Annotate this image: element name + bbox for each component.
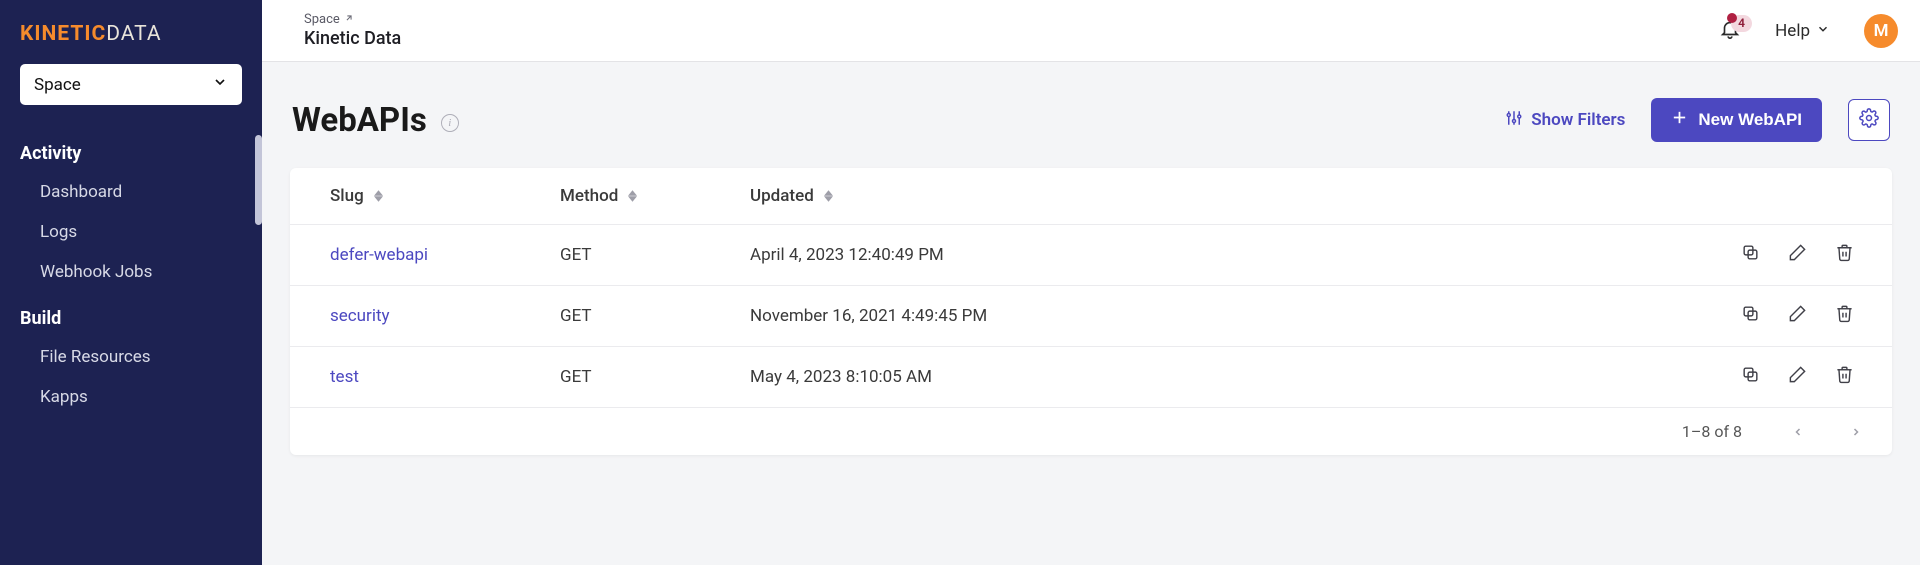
help-label: Help <box>1775 21 1810 41</box>
webapi-updated: November 16, 2021 4:49:45 PM <box>730 286 1692 347</box>
column-label-method: Method <box>560 186 618 206</box>
webapis-table-card: Slug Method <box>290 168 1892 455</box>
column-header-updated[interactable]: Updated <box>750 186 833 206</box>
table-row: defer-webapi GETApril 4, 2023 12:40:49 PM <box>290 225 1892 286</box>
prev-page-button[interactable] <box>1792 424 1804 440</box>
gear-icon <box>1859 108 1879 132</box>
breadcrumb: Space Kinetic Data <box>304 12 401 49</box>
trash-icon[interactable] <box>1835 365 1854 389</box>
copy-icon[interactable] <box>1741 365 1760 389</box>
help-menu[interactable]: Help <box>1775 21 1830 41</box>
webapi-method: GET <box>540 286 730 347</box>
sliders-icon <box>1505 109 1523 132</box>
chevron-down-icon <box>1816 21 1830 41</box>
show-filters-label: Show Filters <box>1531 110 1625 130</box>
plus-icon <box>1671 109 1688 131</box>
webapi-updated: April 4, 2023 12:40:49 PM <box>730 225 1692 286</box>
sidebar: KINETICDATA Space Activity Dashboard Log… <box>0 0 262 565</box>
external-link-icon <box>344 12 354 27</box>
sort-icon <box>374 190 383 202</box>
brand-logo: KINETICDATA <box>0 0 262 64</box>
breadcrumb-current: Kinetic Data <box>304 28 401 49</box>
avatar-initial: M <box>1874 21 1889 41</box>
sort-icon <box>824 190 833 202</box>
space-selector[interactable]: Space <box>20 64 242 105</box>
brand-part-2: DATA <box>106 22 161 46</box>
edit-icon[interactable] <box>1788 243 1807 267</box>
brand-part-1: KINETIC <box>20 22 106 46</box>
pagination-range: 1–8 of 8 <box>1682 422 1742 441</box>
show-filters-button[interactable]: Show Filters <box>1505 109 1625 132</box>
pager <box>1792 424 1862 440</box>
column-header-method[interactable]: Method <box>560 186 637 206</box>
webapi-method: GET <box>540 225 730 286</box>
settings-button[interactable] <box>1848 99 1890 141</box>
edit-icon[interactable] <box>1788 304 1807 328</box>
header-actions: 4 Help M <box>1719 14 1898 48</box>
page-title: WebAPIs <box>292 101 427 140</box>
page-actions: Show Filters New WebAPI <box>1505 98 1890 142</box>
breadcrumb-parent[interactable]: Space <box>304 12 401 27</box>
space-selector-label: Space <box>34 75 81 95</box>
sidebar-item-logs[interactable]: Logs <box>0 212 262 252</box>
page-header: WebAPIs i Show Filters New WebAPI <box>288 98 1894 168</box>
sidebar-item-dashboard[interactable]: Dashboard <box>0 172 262 212</box>
column-label-updated: Updated <box>750 186 814 206</box>
webapi-updated: May 4, 2023 8:10:05 AM <box>730 347 1692 408</box>
top-header: Space Kinetic Data 4 Help M <box>262 0 1920 62</box>
main-area: Space Kinetic Data 4 Help M <box>262 0 1920 565</box>
page-title-wrap: WebAPIs i <box>292 101 459 140</box>
chevron-down-icon <box>212 74 228 95</box>
trash-icon[interactable] <box>1835 304 1854 328</box>
new-webapi-label: New WebAPI <box>1698 110 1802 130</box>
trash-icon[interactable] <box>1835 243 1854 267</box>
webapi-method: GET <box>540 347 730 408</box>
sidebar-item-kapps[interactable]: Kapps <box>0 377 262 417</box>
table-footer: 1–8 of 8 <box>290 407 1892 455</box>
webapi-slug-link[interactable]: defer-webapi <box>330 245 428 265</box>
webapi-slug-link[interactable]: test <box>330 367 359 387</box>
copy-icon[interactable] <box>1741 243 1760 267</box>
breadcrumb-parent-label: Space <box>304 12 340 27</box>
page-content: WebAPIs i Show Filters New WebAPI <box>262 62 1920 565</box>
webapi-slug-link[interactable]: security <box>330 306 390 326</box>
sidebar-section-activity: Activity <box>0 127 262 172</box>
notification-count-badge: 4 <box>1731 15 1752 32</box>
edit-icon[interactable] <box>1788 365 1807 389</box>
new-webapi-button[interactable]: New WebAPI <box>1651 98 1822 142</box>
avatar[interactable]: M <box>1864 14 1898 48</box>
sort-icon <box>628 190 637 202</box>
info-icon[interactable]: i <box>441 114 459 132</box>
sidebar-item-file-resources[interactable]: File Resources <box>0 337 262 377</box>
column-label-slug: Slug <box>330 186 364 206</box>
sidebar-section-build: Build <box>0 292 262 337</box>
next-page-button[interactable] <box>1850 424 1862 440</box>
copy-icon[interactable] <box>1741 304 1760 328</box>
table-row: security GETNovember 16, 2021 4:49:45 PM <box>290 286 1892 347</box>
notifications-button[interactable]: 4 <box>1719 18 1741 44</box>
webapis-table: Slug Method <box>290 168 1892 407</box>
sidebar-item-webhook-jobs[interactable]: Webhook Jobs <box>0 252 262 292</box>
column-header-slug[interactable]: Slug <box>330 186 383 206</box>
table-row: test GETMay 4, 2023 8:10:05 AM <box>290 347 1892 408</box>
